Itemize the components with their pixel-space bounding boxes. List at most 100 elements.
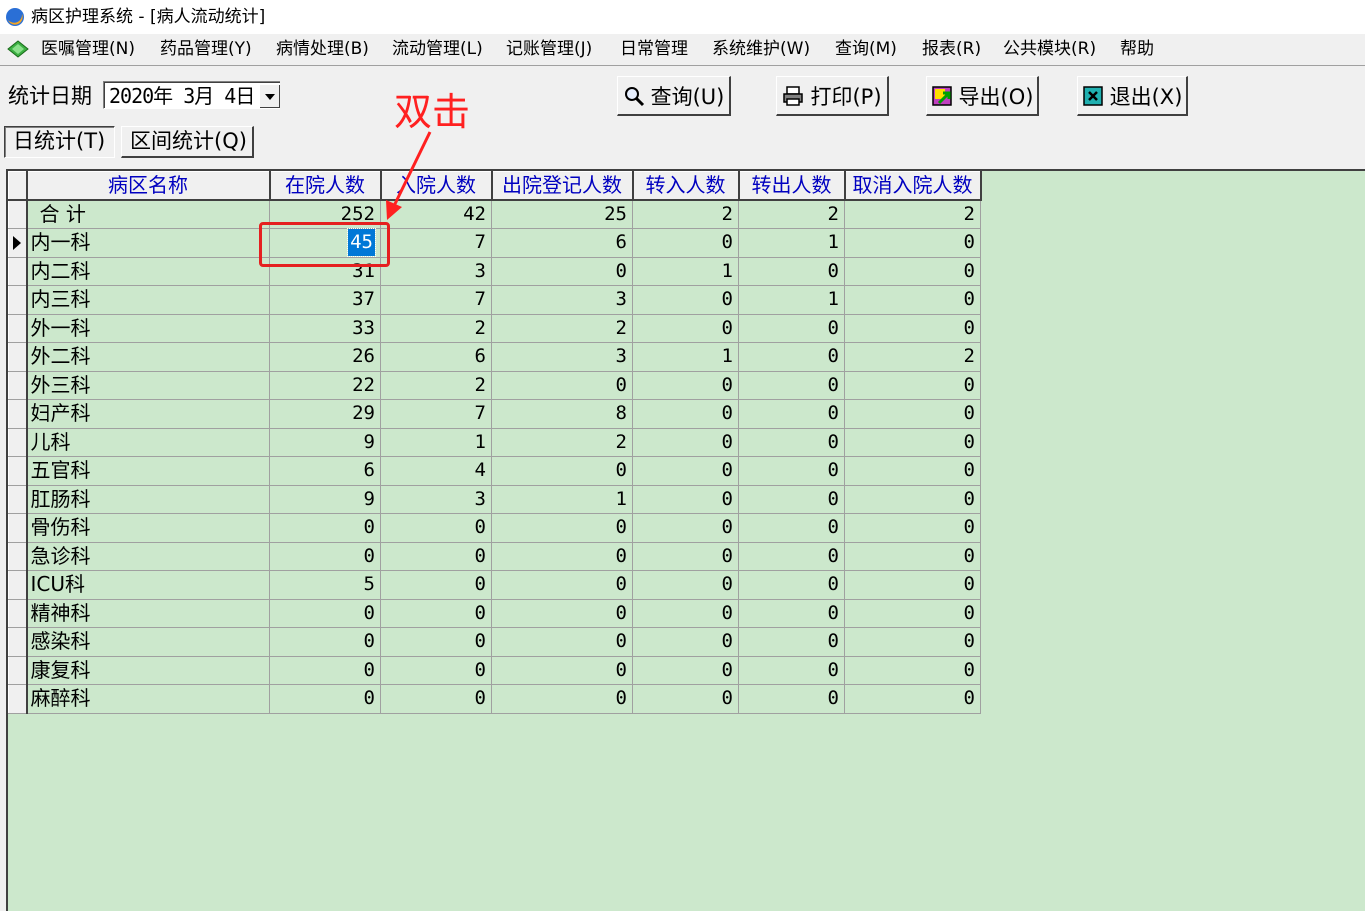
count-cell[interactable]: 0 — [491, 656, 633, 685]
menu-item-drugs[interactable]: 药品管理(Y) — [160, 38, 252, 60]
date-value[interactable]: 2020年 3月 4日 — [109, 83, 255, 109]
count-cell[interactable]: 0 — [380, 656, 492, 685]
count-cell[interactable]: 2 — [844, 342, 981, 372]
count-cell[interactable]: 0 — [380, 570, 492, 600]
menu-item-reports[interactable]: 报表(R) — [922, 38, 981, 60]
row-indicator[interactable] — [8, 513, 28, 543]
count-cell[interactable]: 2 — [491, 428, 633, 457]
row-indicator[interactable] — [8, 200, 28, 229]
count-cell[interactable]: 0 — [738, 656, 845, 685]
row-indicator[interactable] — [8, 627, 28, 657]
count-cell[interactable]: 0 — [844, 627, 981, 657]
count-cell[interactable]: 9 — [269, 485, 381, 514]
count-cell[interactable]: 2 — [738, 200, 845, 229]
table-row[interactable]: 肛肠科 9 3 1 0 0 0 — [8, 485, 981, 514]
row-indicator[interactable] — [8, 570, 28, 600]
column-header[interactable]: 出院登记人数 — [491, 171, 634, 201]
count-cell[interactable]: 3 — [380, 257, 492, 286]
menu-item-query[interactable]: 查询(M) — [835, 38, 897, 60]
count-cell[interactable]: 0 — [632, 428, 739, 457]
count-cell[interactable]: 0 — [844, 371, 981, 400]
count-cell[interactable]: 2 — [844, 200, 981, 229]
count-cell[interactable]: 0 — [632, 542, 739, 571]
menu-item-help[interactable]: 帮助 — [1120, 38, 1154, 60]
count-cell[interactable]: 0 — [738, 257, 845, 286]
menu-item-condition[interactable]: 病情处理(B) — [276, 38, 369, 60]
ward-name-cell[interactable]: ICU科 — [26, 570, 270, 600]
count-cell[interactable]: 0 — [269, 656, 381, 685]
row-indicator[interactable] — [8, 285, 28, 315]
count-cell[interactable]: 0 — [380, 627, 492, 657]
count-cell[interactable]: 0 — [269, 513, 381, 543]
table-row[interactable]: 感染科 0 0 0 0 0 0 — [8, 627, 981, 657]
ward-name-cell[interactable]: 骨伤科 — [26, 513, 270, 543]
count-cell[interactable]: 0 — [738, 342, 845, 372]
row-indicator[interactable] — [8, 599, 28, 628]
row-indicator[interactable] — [8, 656, 28, 685]
column-header[interactable]: 取消入院人数 — [844, 171, 982, 201]
count-cell[interactable]: 0 — [738, 627, 845, 657]
print-button[interactable]: 打印(P) — [776, 76, 889, 116]
row-indicator[interactable] — [8, 342, 28, 372]
count-cell[interactable]: 0 — [844, 228, 981, 258]
count-cell[interactable]: 0 — [632, 285, 739, 315]
count-cell[interactable]: 0 — [738, 599, 845, 628]
count-cell[interactable]: 0 — [844, 428, 981, 457]
count-cell[interactable]: 0 — [380, 513, 492, 543]
row-indicator[interactable] — [8, 399, 28, 429]
count-cell[interactable]: 0 — [632, 684, 739, 714]
count-cell[interactable]: 0 — [632, 314, 739, 343]
count-cell[interactable]: 0 — [844, 684, 981, 714]
table-row[interactable]: 儿科 9 1 2 0 0 0 — [8, 428, 981, 457]
ward-name-cell[interactable]: 麻醉科 — [26, 684, 270, 714]
table-row[interactable]: 内一科 45 7 6 0 1 0 — [8, 228, 981, 258]
count-cell[interactable]: 0 — [844, 570, 981, 600]
count-cell[interactable]: 0 — [380, 599, 492, 628]
count-cell[interactable]: 0 — [632, 599, 739, 628]
count-cell[interactable]: 0 — [632, 399, 739, 429]
count-cell[interactable]: 0 — [844, 599, 981, 628]
count-cell[interactable]: 0 — [632, 371, 739, 400]
table-row[interactable]: 骨伤科 0 0 0 0 0 0 — [8, 513, 981, 543]
count-cell[interactable]: 42 — [380, 200, 492, 229]
count-cell[interactable]: 0 — [380, 542, 492, 571]
count-cell[interactable]: 0 — [844, 456, 981, 486]
count-cell[interactable]: 3 — [491, 285, 633, 315]
table-row[interactable]: 外二科 26 6 3 1 0 2 — [8, 342, 981, 372]
ward-name-cell[interactable]: 内一科 — [26, 228, 270, 258]
count-cell[interactable]: 7 — [380, 399, 492, 429]
count-cell[interactable]: 0 — [738, 513, 845, 543]
row-indicator[interactable] — [8, 257, 28, 286]
ward-name-cell[interactable]: 合 计 — [26, 200, 270, 229]
count-cell[interactable]: 2 — [380, 314, 492, 343]
count-cell[interactable]: 0 — [632, 513, 739, 543]
total-row[interactable]: 合 计 252 42 25 2 2 2 — [8, 200, 981, 229]
count-cell[interactable]: 0 — [632, 456, 739, 486]
row-indicator[interactable] — [8, 456, 28, 486]
tab-range-stats[interactable]: 区间统计(Q) — [121, 126, 254, 158]
count-cell[interactable]: 0 — [269, 599, 381, 628]
menu-item-billing[interactable]: 记账管理(J) — [506, 38, 592, 60]
ward-name-cell[interactable]: 外一科 — [26, 314, 270, 343]
count-cell[interactable]: 0 — [738, 314, 845, 343]
table-row[interactable]: 妇产科 29 7 8 0 0 0 — [8, 399, 981, 429]
menu-item-system[interactable]: 系统维护(W) — [712, 38, 810, 60]
count-cell[interactable]: 0 — [491, 684, 633, 714]
count-cell[interactable]: 0 — [738, 399, 845, 429]
count-cell[interactable]: 2 — [632, 200, 739, 229]
count-cell[interactable]: 9 — [269, 428, 381, 457]
count-cell[interactable]: 0 — [269, 627, 381, 657]
count-cell[interactable]: 0 — [380, 684, 492, 714]
count-cell[interactable]: 0 — [738, 428, 845, 457]
exit-button[interactable]: 退出(X) — [1077, 76, 1188, 116]
column-header[interactable]: 病区名称 — [26, 171, 271, 201]
query-button[interactable]: 查询(U) — [617, 76, 731, 116]
count-cell[interactable]: 3 — [491, 342, 633, 372]
count-cell[interactable]: 0 — [491, 627, 633, 657]
ward-name-cell[interactable]: 内三科 — [26, 285, 270, 315]
ward-name-cell[interactable]: 五官科 — [26, 456, 270, 486]
menu-item-flow[interactable]: 流动管理(L) — [392, 38, 483, 60]
count-cell[interactable]: 0 — [632, 228, 739, 258]
count-cell[interactable]: 2 — [380, 371, 492, 400]
count-cell[interactable]: 0 — [491, 570, 633, 600]
